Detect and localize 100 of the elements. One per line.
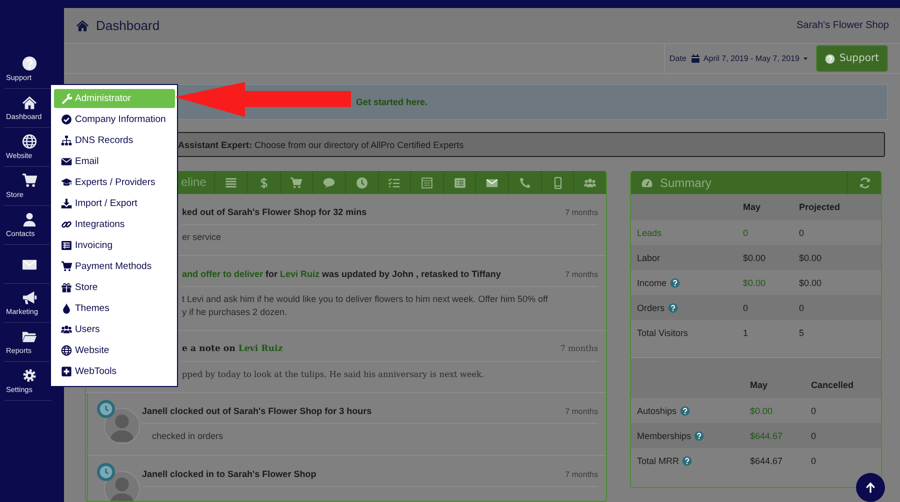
- row-label: Orders: [637, 302, 665, 312]
- table-cell: $0.00: [799, 278, 822, 288]
- help-icon: [825, 54, 836, 64]
- calendar-icon: [691, 54, 700, 63]
- timestamp: 7 months: [565, 208, 598, 217]
- date-range-picker[interactable]: Date April 7, 2019 - May 7, 2019: [664, 44, 810, 73]
- menu-item[interactable]: Store: [54, 277, 175, 298]
- table-cell-text: $644.67: [750, 430, 784, 440]
- timestamp: 7 months: [565, 407, 598, 416]
- sitemap-icon: [61, 135, 72, 146]
- mobile-phone-icon[interactable]: [552, 176, 564, 188]
- graduation-cap-icon: [61, 177, 72, 188]
- phone-icon[interactable]: [518, 176, 531, 188]
- menu-item[interactable]: Experts / Providers: [54, 172, 175, 193]
- menu-item[interactable]: Website: [54, 340, 175, 361]
- users-icon[interactable]: [584, 176, 596, 188]
- entry-text: t Levi and ask him if he would like you to deliver flowers to him next week. Offer him 50% off: [182, 293, 549, 306]
- summary-title: Summary: [660, 176, 712, 190]
- row-label: Income: [637, 278, 667, 288]
- globe-icon: [22, 134, 36, 149]
- cart-icon: [61, 261, 72, 272]
- timestamp: 7 months: [560, 344, 598, 353]
- cart-icon[interactable]: [290, 176, 302, 188]
- globe-icon: [61, 345, 72, 356]
- row-label: Total MRR: [637, 456, 680, 466]
- wrench-icon: [61, 93, 72, 104]
- menu-item[interactable]: Users: [54, 319, 175, 340]
- table-cell-text: $644.67: [750, 456, 784, 466]
- menu-item[interactable]: Themes: [54, 298, 175, 319]
- menu-item[interactable]: Import / Export: [54, 193, 175, 214]
- menu-item[interactable]: Invoicing: [54, 235, 175, 256]
- table-cell-text: $0.00: [743, 252, 767, 262]
- envelope-icon[interactable]: [486, 176, 498, 188]
- column-header: May: [743, 202, 762, 212]
- users-icon: [61, 324, 72, 335]
- menu-item[interactable]: WebTools: [54, 361, 175, 382]
- user-icon: [22, 212, 36, 227]
- plus-square-icon: [61, 366, 72, 377]
- settings-icon: [22, 368, 36, 383]
- menu-item[interactable]: Integrations: [54, 214, 175, 235]
- table-cell-text: $0.00: [743, 278, 767, 288]
- shop-name: Sarah's Flower Shop: [796, 20, 889, 31]
- calendar-icon[interactable]: [421, 176, 434, 188]
- row-label: Memberships: [637, 430, 692, 440]
- timestamp: 7 months: [565, 270, 598, 279]
- table-cell: 0: [799, 302, 804, 312]
- table-cell: 0: [811, 456, 816, 466]
- gauge-icon: [641, 176, 653, 188]
- download-icon: [61, 198, 72, 209]
- list-icon[interactable]: [454, 176, 466, 188]
- entry-title: Janell clocked in to Sarah's Flower Shop: [142, 469, 316, 479]
- menu-item[interactable]: Company Information: [54, 109, 175, 130]
- table-cell: 0: [811, 406, 816, 416]
- clock-badge: [97, 400, 115, 418]
- column-header: Projected: [799, 202, 840, 212]
- menu-item[interactable]: Email: [54, 151, 175, 172]
- entry-text: checked in orders: [152, 430, 224, 443]
- gift-icon: [61, 282, 72, 293]
- list-icon[interactable]: [225, 176, 238, 188]
- table-cell-text: 0: [743, 302, 750, 312]
- folder-icon: [22, 329, 36, 344]
- home-icon: [76, 19, 89, 32]
- clock-icon[interactable]: [356, 176, 368, 188]
- clock-badge: [97, 463, 115, 481]
- checklist-icon[interactable]: [388, 176, 400, 188]
- table-cell-text: 0: [743, 228, 750, 238]
- timestamp: 7 months: [565, 470, 598, 479]
- home-icon: [22, 95, 36, 110]
- menu-item[interactable]: DNS Records: [54, 130, 175, 151]
- table-cell-text: 1: [743, 328, 750, 338]
- comment-icon[interactable]: [323, 176, 336, 188]
- check-circle-icon: [61, 114, 72, 125]
- column-header: May: [750, 380, 769, 390]
- link-icon: [61, 219, 72, 230]
- entry-text: er service: [182, 231, 222, 244]
- support-button[interactable]: Support: [816, 45, 888, 72]
- row-label: Autoships: [637, 406, 677, 416]
- row-label: Labor: [637, 252, 660, 262]
- timeline-title: eline: [181, 174, 208, 191]
- entry-title: Janell clocked out of Sarah's Flower Shop for 3 hours: [142, 406, 372, 416]
- table-cell: 0: [799, 228, 804, 238]
- entry-text: pped by today to look at the tulips. He said his anniversary is next week.: [182, 368, 486, 381]
- envelope-icon: [61, 156, 72, 167]
- table-cell-text: $0.00: [750, 406, 774, 416]
- row-label: Total Visitors: [637, 328, 688, 338]
- refresh-icon[interactable]: [858, 176, 870, 188]
- droplet-icon: [61, 303, 72, 314]
- entry-title: and offer to deliver for Levi Ruiz was updated by John , retasked to Tiffany: [182, 269, 501, 279]
- table-cell: $0.00: [799, 252, 822, 262]
- entry-title: ked out of Sarah's Flower Shop for 32 mins: [182, 207, 367, 217]
- entry-title: e a note on Levi Ruiz: [182, 344, 283, 354]
- menu-item[interactable]: Payment Methods: [54, 256, 175, 277]
- table-cell: 0: [811, 430, 816, 440]
- megaphone-icon: [22, 290, 36, 305]
- table-cell: 5: [799, 328, 804, 338]
- cart-icon: [22, 173, 36, 188]
- help-icon: [22, 56, 36, 71]
- alert-text: Assistant Expert: Choose from our directory of AllPro Certified Experts: [178, 140, 464, 150]
- table-icon: [61, 240, 72, 251]
- page-title: Dashboard: [96, 18, 160, 33]
